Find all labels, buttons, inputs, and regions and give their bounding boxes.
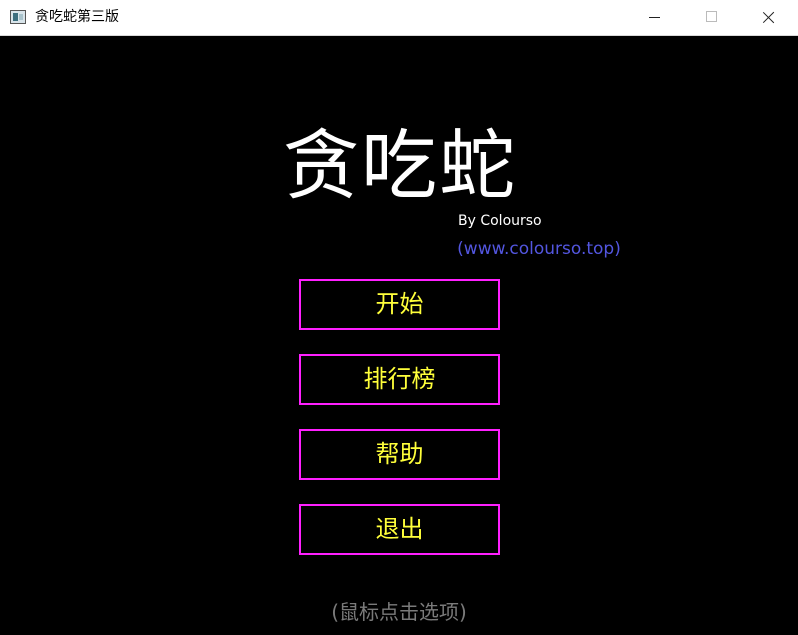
start-button[interactable]: 开始 xyxy=(299,279,500,330)
close-button[interactable] xyxy=(745,0,791,35)
minimize-icon xyxy=(649,17,660,18)
minimize-button[interactable] xyxy=(631,0,677,35)
help-button[interactable]: 帮助 xyxy=(299,429,500,480)
exit-button[interactable]: 退出 xyxy=(299,504,500,555)
game-title: 贪吃蛇 xyxy=(283,121,517,210)
app-window-icon xyxy=(10,10,26,24)
title-bar[interactable]: 贪吃蛇第三版 xyxy=(0,0,798,36)
window-title: 贪吃蛇第三版 xyxy=(35,9,119,25)
leaderboard-button[interactable]: 排行榜 xyxy=(299,354,500,405)
game-canvas: 贪吃蛇 By Colourso (www.colourso.top) 开始 排行… xyxy=(0,36,798,635)
maximize-button[interactable] xyxy=(688,0,734,35)
close-icon xyxy=(763,11,775,23)
instruction-hint: (鼠标点击选项) xyxy=(331,600,467,624)
author-credit: By Colourso xyxy=(458,213,542,229)
website-link: (www.colourso.top) xyxy=(457,239,621,259)
maximize-icon xyxy=(706,11,717,22)
